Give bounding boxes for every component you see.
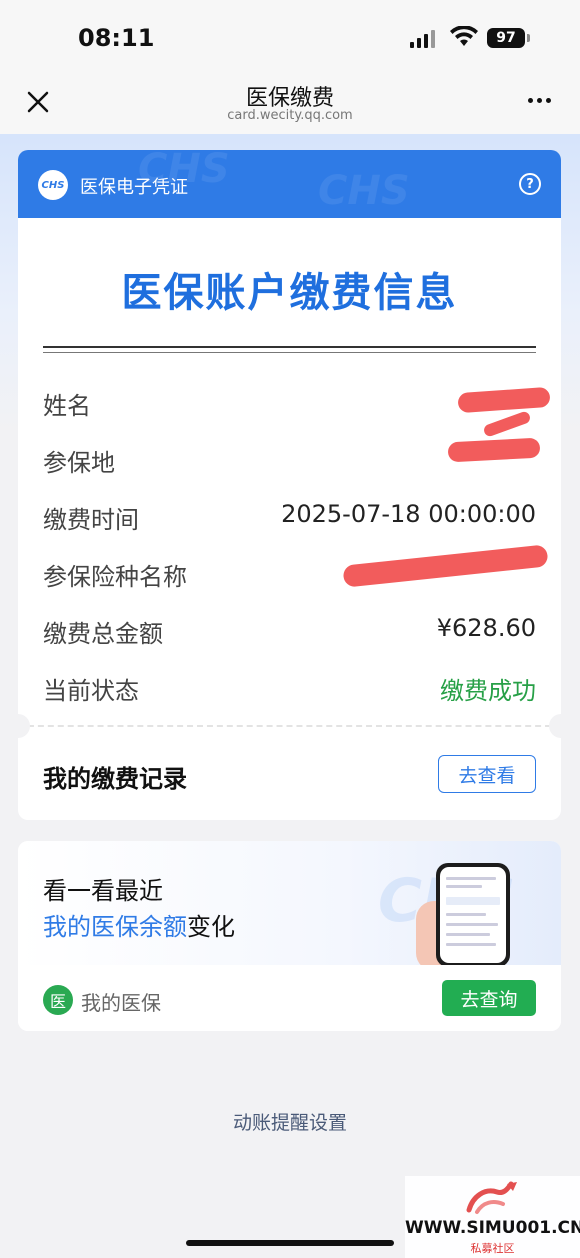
notification-settings-link[interactable]: 动账提醒设置 [0, 1108, 580, 1135]
chs-logo-icon: CHS [38, 170, 68, 200]
info-value: ¥628.60 [436, 614, 536, 642]
info-row-payment-time: 缴费时间 2025-07-18 00:00:00 [43, 496, 536, 536]
home-indicator[interactable] [186, 1240, 394, 1246]
wifi-icon [450, 26, 478, 46]
view-records-button[interactable]: 去查看 [438, 755, 536, 793]
info-row-total-amount: 缴费总金额 ¥628.60 [43, 610, 536, 650]
info-label: 姓名 [43, 392, 91, 420]
card-header: CHS CHS CHS 医保电子凭证 ? [18, 150, 561, 218]
info-label: 当前状态 [43, 677, 139, 705]
watermark-subtitle: 私募社区 [470, 1242, 515, 1255]
page-domain: card.wecity.qq.com [227, 108, 353, 123]
more-icon[interactable] [528, 98, 551, 103]
card-title: 医保账户缴费信息 [121, 270, 458, 316]
nav-bar: 医保缴费 card.wecity.qq.com [0, 72, 580, 134]
balance-promo-card[interactable]: CHS 看一看最近 我的医保余额变化 医 我的医保 去查询 [18, 841, 561, 1031]
ticket-notch [18, 714, 30, 738]
site-watermark: WWW.SIMU001.CN 私募社区 [405, 1176, 580, 1258]
status-time: 08:11 [78, 24, 155, 52]
simu-logo-icon [466, 1181, 517, 1214]
cellular-signal-icon [410, 30, 435, 48]
status-value: 缴费成功 [440, 677, 536, 705]
header-watermark: CHS [318, 168, 410, 214]
info-value: 2025-07-18 00:00:00 [281, 500, 536, 528]
promo-highlight: 我的医保余额 [43, 913, 187, 941]
info-label: 缴费总金额 [43, 620, 163, 648]
promo-line-2: 我的医保余额变化 [43, 907, 235, 942]
promo-footer: 医 我的医保 去查询 [18, 965, 561, 1031]
promo-line-1: 看一看最近 [43, 877, 163, 905]
title-divider [43, 346, 536, 353]
info-label: 参保地 [43, 449, 115, 477]
medical-insurance-icon: 医 [43, 985, 73, 1015]
help-icon[interactable]: ? [519, 173, 541, 195]
info-row-status: 当前状态 缴费成功 [43, 667, 536, 707]
ticket-divider [18, 725, 561, 727]
query-balance-button[interactable]: 去查询 [442, 980, 536, 1016]
ticket-notch [549, 714, 561, 738]
battery-icon: 97 [487, 28, 525, 48]
watermark-url: WWW.SIMU001.CN [405, 1218, 580, 1238]
promo-banner: CHS 看一看最近 我的医保余额变化 [18, 841, 561, 971]
status-bar: 08:11 97 [0, 0, 580, 72]
battery-tip [527, 34, 530, 42]
info-label: 缴费时间 [43, 506, 139, 534]
promo-suffix: 变化 [187, 913, 235, 941]
my-insurance-label: 我的医保 [81, 991, 161, 1015]
info-label: 参保险种名称 [43, 563, 187, 591]
payment-record-label: 我的缴费记录 [43, 765, 187, 793]
payment-voucher-card: CHS CHS CHS 医保电子凭证 ? 医保账户缴费信息 姓名 参保地 缴费时… [18, 150, 561, 820]
phone-illustration [436, 863, 510, 967]
card-header-label: 医保电子凭证 [80, 177, 188, 198]
